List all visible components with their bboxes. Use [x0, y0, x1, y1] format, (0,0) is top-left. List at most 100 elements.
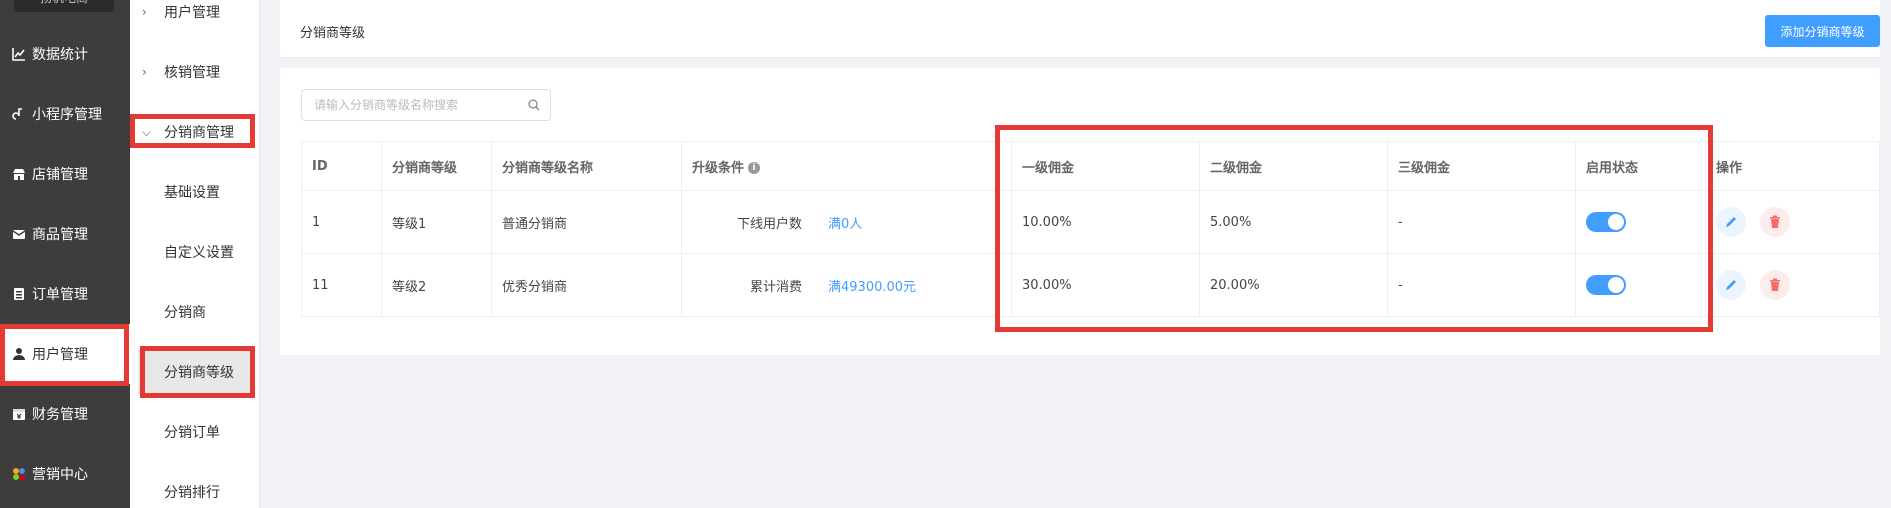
cell-level-name: 普通分销商	[491, 190, 682, 254]
subnav-item-distribution-orders[interactable]: 分销订单	[130, 402, 260, 462]
column-header-commission-3: 三级佣金	[1387, 141, 1576, 191]
subnav-item-label: 自定义设置	[164, 245, 234, 261]
cell-upgrade-condition: 累计消费 满49300.00元	[681, 253, 1012, 317]
column-header-label: 升级条件	[692, 160, 745, 176]
cell-level-name: 优秀分销商	[491, 253, 682, 317]
search-input[interactable]	[314, 90, 514, 120]
content-card: ID 分销商等级 分销商等级名称 升级条件i 一级佣金 二级佣金 三级佣金 启用…	[280, 68, 1880, 355]
subnav-group-verification[interactable]: › 核销管理	[130, 42, 260, 102]
column-header-commission-2: 二级佣金	[1199, 141, 1388, 191]
subnav-item-label: 基础设置	[164, 185, 220, 201]
sidebar-item-label: 用户管理	[32, 347, 88, 363]
sidebar-item-label: 订单管理	[32, 287, 88, 303]
sidebar-item-users[interactable]: 用户管理	[0, 324, 130, 384]
search-box	[301, 89, 551, 121]
search-icon[interactable]	[528, 99, 540, 111]
main-sidebar: 扬帆电商 数据统计 小程序管理 店铺管理 商品管理 订单管理 用户管理	[0, 0, 130, 508]
table-header-row: ID 分销商等级 分销商等级名称 升级条件 i 一级佣金 二级佣金 三级佣金 启用…	[301, 141, 1880, 191]
enabled-toggle[interactable]	[1586, 212, 1626, 232]
pencil-icon	[1726, 280, 1736, 290]
sidebar-item-store[interactable]: 店铺管理	[0, 144, 130, 204]
list-icon	[12, 287, 26, 301]
table-row: 11 等级2 优秀分销商 累计消费 满49300.00元 30.00% 20.00…	[301, 253, 1880, 317]
sidebar-item-miniprogram[interactable]: 小程序管理	[0, 84, 130, 144]
delete-button[interactable]	[1760, 207, 1791, 237]
subnav-group-label: 用户管理	[164, 5, 220, 21]
cell-commission-1: 10.00%	[1011, 190, 1200, 254]
sub-navigation: › 用户管理 › 核销管理 ⌵ 分销商管理 基础设置 自定义设置 分销商 分销商…	[130, 0, 260, 508]
delete-button[interactable]	[1760, 270, 1791, 300]
pencil-icon	[1726, 217, 1736, 227]
subnav-item-distributors[interactable]: 分销商	[130, 282, 260, 342]
sidebar-item-orders[interactable]: 订单管理	[0, 264, 130, 324]
cell-commission-3: -	[1387, 190, 1576, 254]
subnav-group-label: 核销管理	[164, 65, 220, 81]
sidebar-item-label: 数据统计	[32, 47, 88, 63]
condition-label: 累计消费	[749, 279, 802, 295]
subnav-item-label: 分销排行	[164, 485, 220, 501]
cell-id: 1	[301, 190, 382, 254]
column-header-actions: 操作	[1705, 141, 1880, 191]
sidebar-item-label: 营销中心	[32, 467, 88, 483]
subnav-item-custom-settings[interactable]: 自定义设置	[130, 222, 260, 282]
cell-enabled	[1575, 253, 1706, 317]
chevron-right-icon: ›	[142, 65, 147, 79]
store-icon	[12, 167, 26, 181]
table-row: 1 等级1 普通分销商 下线用户数 满0人 10.00% 5.00% -	[301, 190, 1880, 254]
cell-commission-3: -	[1387, 253, 1576, 317]
condition-label: 下线用户数	[736, 216, 802, 232]
cell-enabled	[1575, 190, 1706, 254]
user-icon	[12, 347, 26, 361]
subnav-group-distributor[interactable]: ⌵ 分销商管理	[130, 102, 260, 162]
trash-icon	[1770, 278, 1781, 291]
subnav-item-label: 分销订单	[164, 425, 220, 441]
enabled-toggle[interactable]	[1586, 275, 1626, 295]
cell-commission-1: 30.00%	[1011, 253, 1200, 317]
chevron-right-icon: ›	[142, 5, 147, 19]
chart-line-icon	[12, 47, 26, 61]
edit-button[interactable]	[1716, 207, 1746, 237]
column-header-level: 分销商等级	[381, 141, 492, 191]
cell-level: 等级2	[381, 253, 492, 317]
sidebar-item-products[interactable]: 商品管理	[0, 204, 130, 264]
cell-level: 等级1	[381, 190, 492, 254]
condition-value-link[interactable]: 满49300.00元	[828, 280, 916, 295]
cell-id: 11	[301, 253, 382, 317]
cell-actions	[1705, 190, 1880, 254]
page-header: 分销商等级 添加分销商等级	[280, 0, 1880, 58]
cell-commission-2: 5.00%	[1199, 190, 1388, 254]
info-icon[interactable]: i	[748, 162, 761, 174]
sidebar-item-label: 商品管理	[32, 227, 88, 243]
marketing-icon	[12, 467, 26, 481]
sidebar-item-data-stats[interactable]: 数据统计	[0, 24, 130, 84]
column-header-level-name: 分销商等级名称	[491, 141, 682, 191]
trash-icon	[1770, 215, 1781, 228]
subnav-item-distributor-levels[interactable]: 分销商等级	[138, 350, 252, 394]
column-header-upgrade-condition: 升级条件 i	[681, 141, 1012, 191]
page-title: 分销商等级	[300, 26, 366, 41]
cell-actions	[1705, 253, 1880, 317]
subnav-item-label: 分销商等级	[164, 365, 234, 381]
main-content: 分销商等级 添加分销商等级 ID 分销商等级 分销商等级名称 升级条件i	[280, 0, 1891, 508]
finance-icon	[12, 407, 26, 421]
sidebar-item-label: 小程序管理	[32, 107, 102, 123]
chevron-down-icon: ⌵	[142, 124, 152, 139]
add-distributor-level-button[interactable]: 添加分销商等级	[1765, 15, 1880, 47]
sidebar-item-marketing[interactable]: 营销中心	[0, 444, 130, 504]
column-header-id: ID	[301, 141, 382, 191]
subnav-item-basic-settings[interactable]: 基础设置	[130, 162, 260, 222]
column-header-commission-1: 一级佣金	[1011, 141, 1200, 191]
condition-value-link[interactable]: 满0人	[828, 217, 862, 232]
mail-icon	[12, 227, 26, 241]
sidebar-item-finance[interactable]: 财务管理	[0, 384, 130, 444]
sidebar-item-label: 财务管理	[32, 407, 88, 423]
subnav-item-distribution-ranking[interactable]: 分销排行	[130, 462, 260, 508]
logo: 扬帆电商	[14, 0, 114, 12]
subnav-group-users[interactable]: › 用户管理	[130, 0, 260, 42]
link-icon	[12, 107, 26, 121]
cell-upgrade-condition: 下线用户数 满0人	[681, 190, 1012, 254]
subnav-group-label: 分销商管理	[164, 125, 234, 141]
distributor-level-table: ID 分销商等级 分销商等级名称 升级条件 i 一级佣金 二级佣金 三级佣金 启用…	[301, 141, 1880, 317]
subnav-item-label: 分销商	[164, 305, 206, 321]
edit-button[interactable]	[1716, 270, 1746, 300]
